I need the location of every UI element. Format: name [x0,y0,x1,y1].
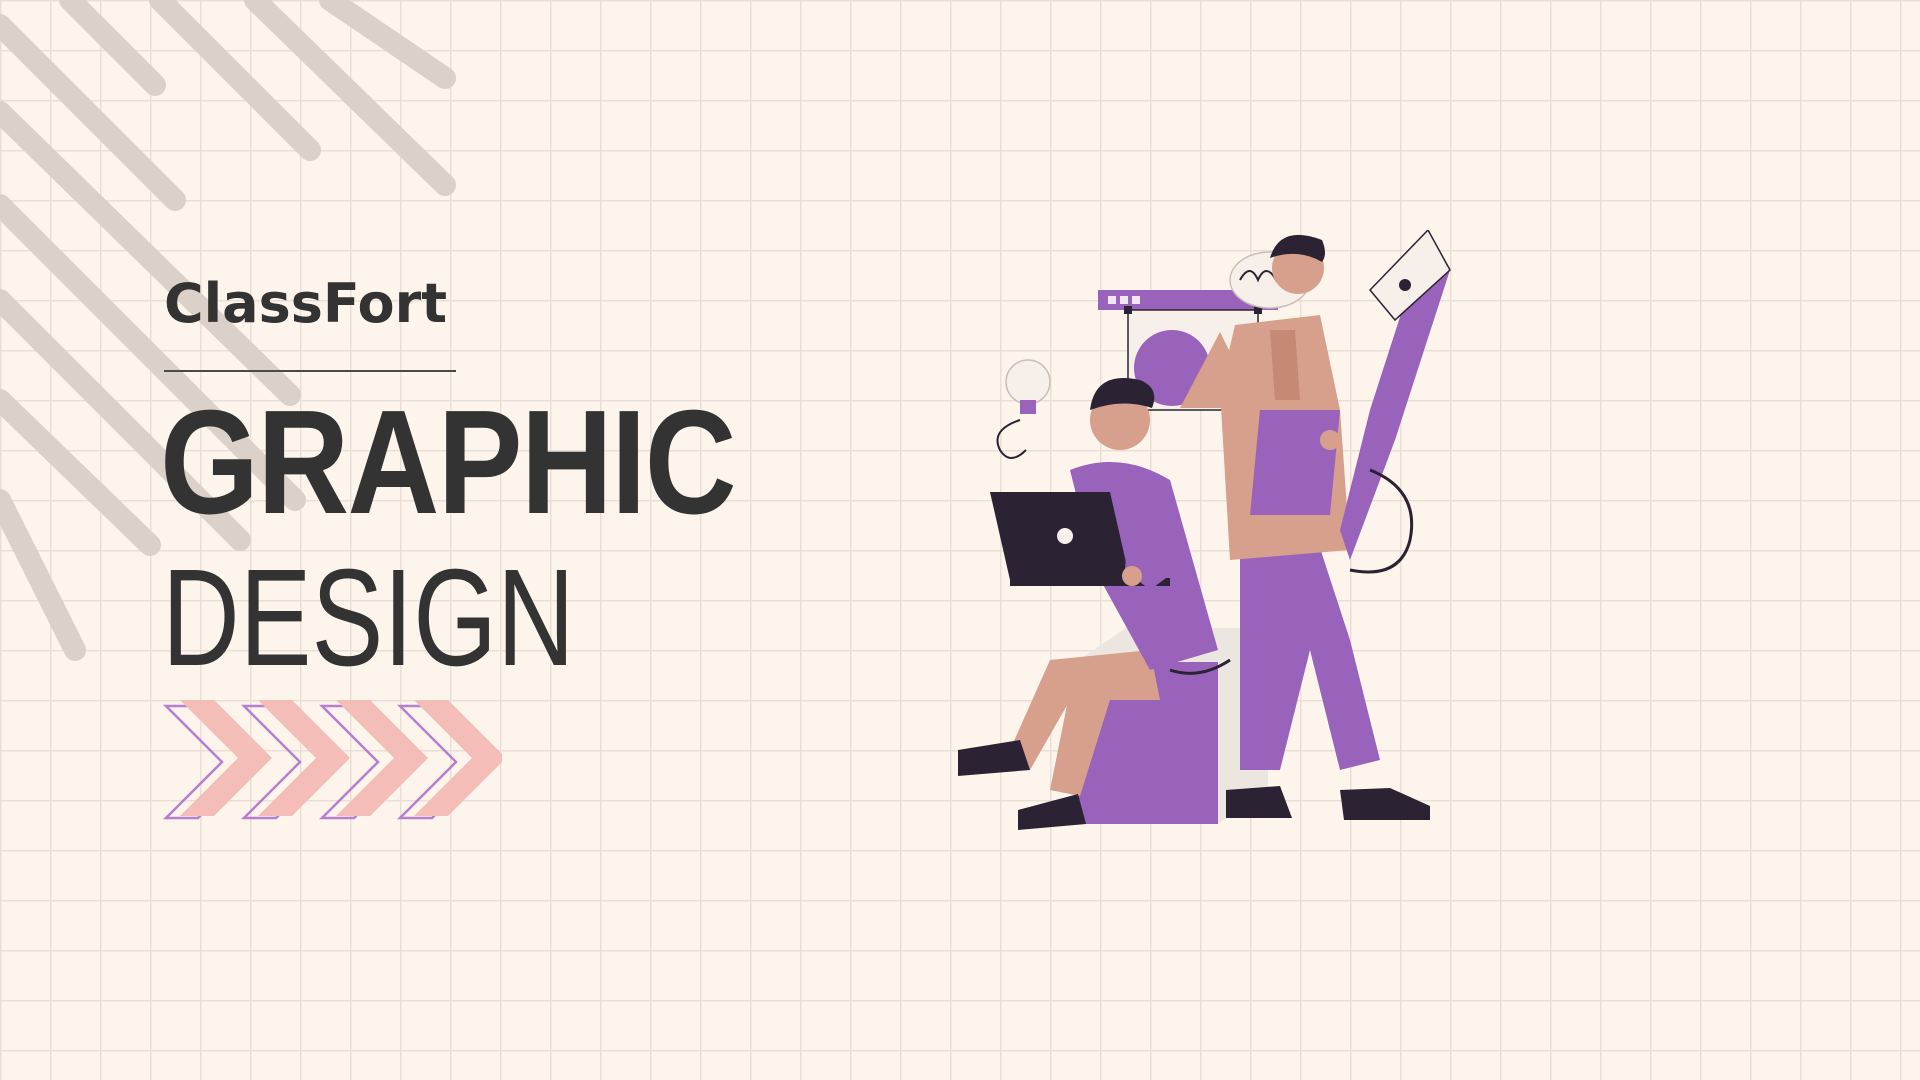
headline-line2: DESIGN [162,541,575,695]
headline-line1: GRAPHIC [160,380,737,545]
designers-illustration [958,230,1451,830]
chevron-arrows-decoration [162,700,502,820]
divider [164,370,456,372]
lightbulb-icon [996,359,1051,459]
brand-name: ClassFort [164,272,448,335]
